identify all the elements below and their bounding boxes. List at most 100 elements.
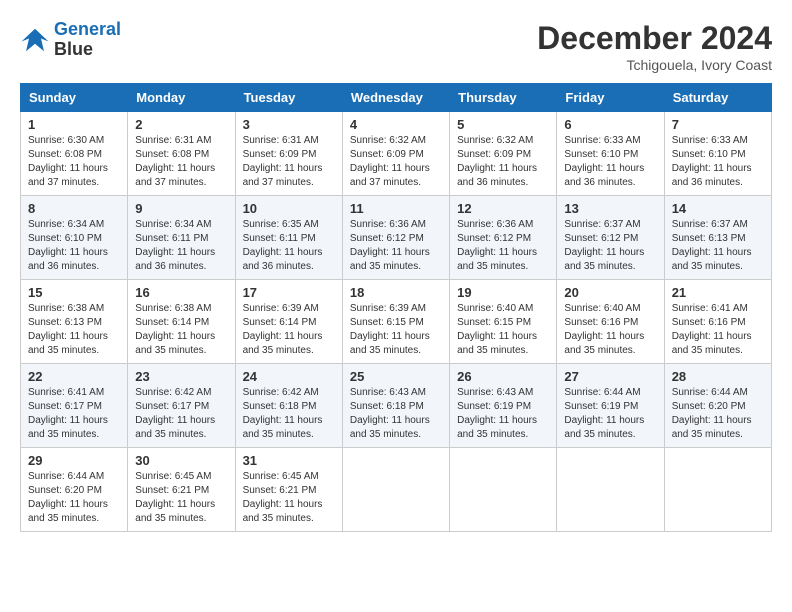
day-number: 26 (457, 369, 549, 384)
day-info: Sunrise: 6:44 AMSunset: 6:20 PMDaylight:… (672, 386, 764, 442)
day-number: 27 (564, 369, 656, 384)
day-number: 20 (564, 285, 656, 300)
day-number: 31 (243, 453, 335, 468)
day-number: 13 (564, 201, 656, 216)
day-info: Sunrise: 6:34 AMSunset: 6:10 PMDaylight:… (28, 218, 120, 274)
day-info: Sunrise: 6:40 AMSunset: 6:16 PMDaylight:… (564, 302, 656, 358)
calendar-day-cell: 27 Sunrise: 6:44 AMSunset: 6:19 PMDayligh… (557, 364, 664, 448)
weekday-header-wednesday: Wednesday (342, 84, 449, 112)
calendar-day-cell: 14 Sunrise: 6:37 AMSunset: 6:13 PMDayligh… (664, 196, 771, 280)
day-number: 18 (350, 285, 442, 300)
calendar-day-cell (450, 448, 557, 532)
day-info: Sunrise: 6:32 AMSunset: 6:09 PMDaylight:… (457, 134, 549, 190)
day-info: Sunrise: 6:39 AMSunset: 6:14 PMDaylight:… (243, 302, 335, 358)
weekday-header-sunday: Sunday (21, 84, 128, 112)
day-info: Sunrise: 6:43 AMSunset: 6:18 PMDaylight:… (350, 386, 442, 442)
day-number: 30 (135, 453, 227, 468)
calendar-day-cell: 26 Sunrise: 6:43 AMSunset: 6:19 PMDayligh… (450, 364, 557, 448)
calendar-day-cell: 21 Sunrise: 6:41 AMSunset: 6:16 PMDayligh… (664, 280, 771, 364)
calendar-day-cell: 10 Sunrise: 6:35 AMSunset: 6:11 PMDayligh… (235, 196, 342, 280)
calendar-header-row: SundayMondayTuesdayWednesdayThursdayFrid… (21, 84, 772, 112)
day-number: 9 (135, 201, 227, 216)
calendar-day-cell: 12 Sunrise: 6:36 AMSunset: 6:12 PMDayligh… (450, 196, 557, 280)
day-info: Sunrise: 6:33 AMSunset: 6:10 PMDaylight:… (672, 134, 764, 190)
location: Tchigouela, Ivory Coast (537, 57, 772, 73)
logo-text: General Blue (54, 20, 121, 60)
page-header: General Blue December 2024 Tchigouela, I… (20, 20, 772, 73)
day-number: 22 (28, 369, 120, 384)
calendar-day-cell: 29 Sunrise: 6:44 AMSunset: 6:20 PMDayligh… (21, 448, 128, 532)
day-number: 25 (350, 369, 442, 384)
day-number: 16 (135, 285, 227, 300)
day-number: 17 (243, 285, 335, 300)
calendar-day-cell: 22 Sunrise: 6:41 AMSunset: 6:17 PMDayligh… (21, 364, 128, 448)
day-number: 29 (28, 453, 120, 468)
title-block: December 2024 Tchigouela, Ivory Coast (537, 20, 772, 73)
logo: General Blue (20, 20, 121, 60)
day-info: Sunrise: 6:44 AMSunset: 6:20 PMDaylight:… (28, 470, 120, 526)
day-number: 3 (243, 117, 335, 132)
day-number: 12 (457, 201, 549, 216)
calendar-day-cell: 4 Sunrise: 6:32 AMSunset: 6:09 PMDaylight… (342, 112, 449, 196)
day-number: 1 (28, 117, 120, 132)
calendar-day-cell: 2 Sunrise: 6:31 AMSunset: 6:08 PMDaylight… (128, 112, 235, 196)
calendar-day-cell: 19Sunrise: 6:40 AMSunset: 6:15 PMDayligh… (450, 280, 557, 364)
day-info: Sunrise: 6:39 AMSunset: 6:15 PMDaylight:… (350, 302, 442, 358)
day-info: Sunrise: 6:34 AMSunset: 6:11 PMDaylight:… (135, 218, 227, 274)
calendar-day-cell: 15 Sunrise: 6:38 AMSunset: 6:13 PMDayligh… (21, 280, 128, 364)
day-info: Sunrise: 6:41 AMSunset: 6:17 PMDaylight:… (28, 386, 120, 442)
day-info: Sunrise: 6:33 AMSunset: 6:10 PMDaylight:… (564, 134, 656, 190)
month-year: December 2024 (537, 20, 772, 57)
calendar-day-cell: 13Sunrise: 6:37 AMSunset: 6:12 PMDayligh… (557, 196, 664, 280)
calendar-day-cell (557, 448, 664, 532)
calendar-day-cell: 16 Sunrise: 6:38 AMSunset: 6:14 PMDayligh… (128, 280, 235, 364)
calendar-day-cell: 5Sunrise: 6:32 AMSunset: 6:09 PMDaylight… (450, 112, 557, 196)
day-number: 15 (28, 285, 120, 300)
calendar-day-cell: 9 Sunrise: 6:34 AMSunset: 6:11 PMDaylight… (128, 196, 235, 280)
calendar-day-cell: 23Sunrise: 6:42 AMSunset: 6:17 PMDayligh… (128, 364, 235, 448)
day-info: Sunrise: 6:31 AMSunset: 6:08 PMDaylight:… (135, 134, 227, 190)
day-number: 24 (243, 369, 335, 384)
calendar-day-cell: 1 Sunrise: 6:30 AMSunset: 6:08 PMDaylight… (21, 112, 128, 196)
day-info: Sunrise: 6:45 AMSunset: 6:21 PMDaylight:… (243, 470, 335, 526)
day-number: 21 (672, 285, 764, 300)
day-info: Sunrise: 6:30 AMSunset: 6:08 PMDaylight:… (28, 134, 120, 190)
calendar-day-cell: 24 Sunrise: 6:42 AMSunset: 6:18 PMDayligh… (235, 364, 342, 448)
weekday-header-tuesday: Tuesday (235, 84, 342, 112)
day-number: 4 (350, 117, 442, 132)
day-info: Sunrise: 6:36 AMSunset: 6:12 PMDaylight:… (457, 218, 549, 274)
calendar-day-cell: 30 Sunrise: 6:45 AMSunset: 6:21 PMDayligh… (128, 448, 235, 532)
day-info: Sunrise: 6:42 AMSunset: 6:18 PMDaylight:… (243, 386, 335, 442)
calendar-day-cell: 25 Sunrise: 6:43 AMSunset: 6:18 PMDayligh… (342, 364, 449, 448)
day-info: Sunrise: 6:43 AMSunset: 6:19 PMDaylight:… (457, 386, 549, 442)
day-info: Sunrise: 6:35 AMSunset: 6:11 PMDaylight:… (243, 218, 335, 274)
logo-icon (20, 25, 50, 55)
day-info: Sunrise: 6:41 AMSunset: 6:16 PMDaylight:… (672, 302, 764, 358)
logo-line1: General (54, 19, 121, 39)
day-info: Sunrise: 6:38 AMSunset: 6:13 PMDaylight:… (28, 302, 120, 358)
calendar-day-cell: 7Sunrise: 6:33 AMSunset: 6:10 PMDaylight… (664, 112, 771, 196)
day-number: 8 (28, 201, 120, 216)
calendar-week-row: 8 Sunrise: 6:34 AMSunset: 6:10 PMDaylight… (21, 196, 772, 280)
weekday-header-friday: Friday (557, 84, 664, 112)
calendar-day-cell (664, 448, 771, 532)
day-number: 6 (564, 117, 656, 132)
day-info: Sunrise: 6:38 AMSunset: 6:14 PMDaylight:… (135, 302, 227, 358)
calendar-body: 1 Sunrise: 6:30 AMSunset: 6:08 PMDaylight… (21, 112, 772, 532)
day-number: 28 (672, 369, 764, 384)
day-info: Sunrise: 6:32 AMSunset: 6:09 PMDaylight:… (350, 134, 442, 190)
day-info: Sunrise: 6:45 AMSunset: 6:21 PMDaylight:… (135, 470, 227, 526)
day-number: 11 (350, 201, 442, 216)
day-number: 2 (135, 117, 227, 132)
day-info: Sunrise: 6:44 AMSunset: 6:19 PMDaylight:… (564, 386, 656, 442)
calendar-day-cell: 6 Sunrise: 6:33 AMSunset: 6:10 PMDaylight… (557, 112, 664, 196)
calendar-day-cell: 11Sunrise: 6:36 AMSunset: 6:12 PMDayligh… (342, 196, 449, 280)
day-info: Sunrise: 6:37 AMSunset: 6:13 PMDaylight:… (672, 218, 764, 274)
day-number: 10 (243, 201, 335, 216)
calendar-week-row: 15 Sunrise: 6:38 AMSunset: 6:13 PMDayligh… (21, 280, 772, 364)
day-number: 14 (672, 201, 764, 216)
calendar-day-cell: 31 Sunrise: 6:45 AMSunset: 6:21 PMDayligh… (235, 448, 342, 532)
day-info: Sunrise: 6:40 AMSunset: 6:15 PMDaylight:… (457, 302, 549, 358)
weekday-header-monday: Monday (128, 84, 235, 112)
calendar-week-row: 22 Sunrise: 6:41 AMSunset: 6:17 PMDayligh… (21, 364, 772, 448)
